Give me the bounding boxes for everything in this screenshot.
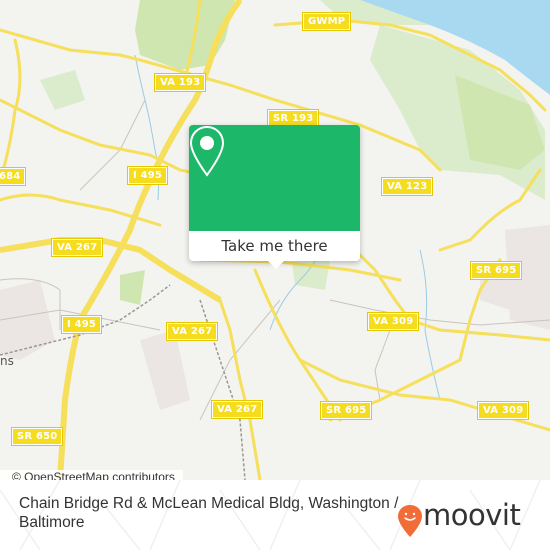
road-shield-sr650: SR 650 [10,427,64,446]
road-shield-va267-mid: VA 267 [165,322,219,341]
road-shield-va123: VA 123 [380,177,434,196]
road-shield-va309-mid: VA 309 [366,312,420,331]
road-shield-i495-south: I 495 [60,315,103,334]
park-patch [40,70,85,110]
take-me-there-button[interactable]: Take me there [189,231,360,261]
road-shield-va267-south: VA 267 [210,400,264,419]
road-shield-sr684: 684 [0,167,27,186]
popup-pointer [267,260,285,269]
road-shield-va193: VA 193 [153,73,207,92]
moovit-logo[interactable]: moovit [397,498,521,544]
map[interactable]: GWMP VA 193 SR 193 I 495 VA 123 684 VA 2… [0,0,550,480]
road-shield-i495-north: I 495 [126,166,169,185]
footer: Chain Bridge Rd & McLean Medical Bldg, W… [0,480,550,550]
map-attribution[interactable]: © OpenStreetMap contributors [0,470,183,480]
park-patch [120,270,145,305]
moovit-pin-icon [398,505,422,537]
stop-title: Chain Bridge Rd & McLean Medical Bldg, W… [19,495,399,531]
road-shield-va267-west: VA 267 [50,238,104,257]
road-shield-sr695-south: SR 695 [319,401,373,420]
location-pin-icon [189,125,225,177]
road-shield-va309-east: VA 309 [476,401,530,420]
moovit-wordmark: moovit [423,498,521,532]
urban-area [0,280,55,360]
road-shield-sr695-east: SR 695 [469,261,523,280]
location-popup[interactable]: Take me there [189,125,360,269]
road-shield-gwmp: GWMP [301,12,352,31]
popup-header[interactable] [189,125,360,231]
place-label: ns [0,354,14,368]
urban-area [140,330,190,410]
